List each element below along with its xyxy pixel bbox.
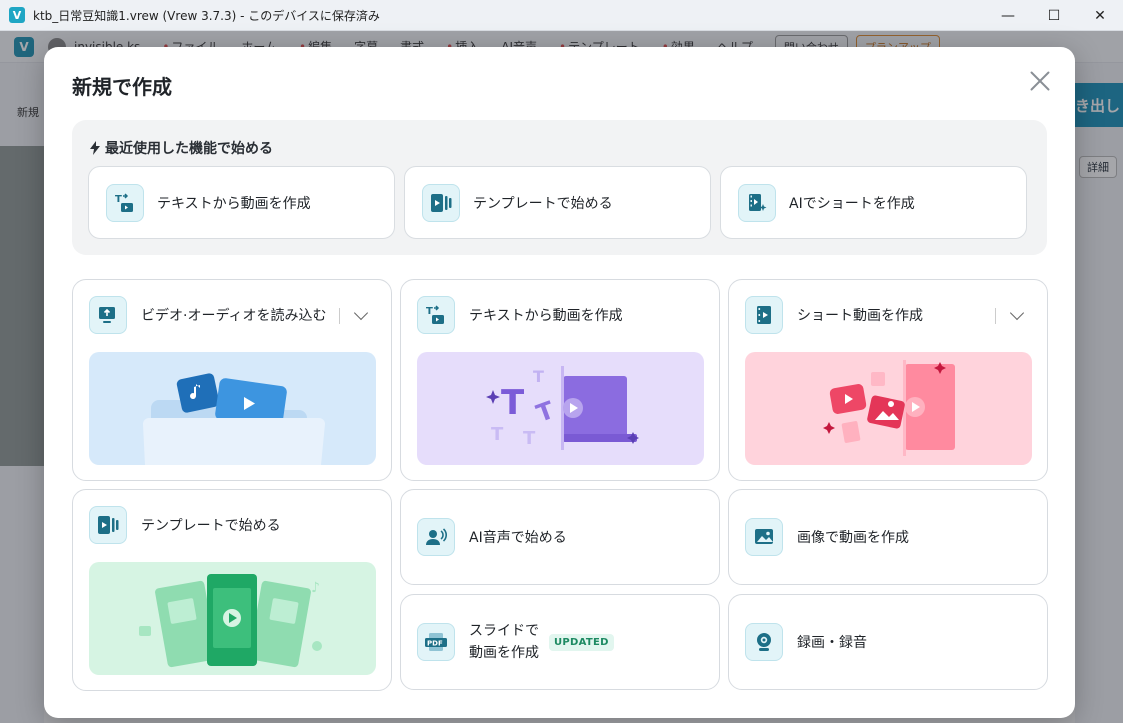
svg-text:T: T xyxy=(115,194,122,205)
window-title: ktb_日常豆知識1.vrew (Vrew 3.7.3) - このデバイスに保存… xyxy=(33,8,380,23)
slide-to-video-card[interactable]: PDF スライドで 動画を作成 UPDATED xyxy=(400,594,720,690)
svg-text:T: T xyxy=(523,428,536,449)
minimize-button[interactable]: — xyxy=(985,0,1031,31)
svg-text:T: T xyxy=(491,424,504,445)
recent-item-label: テキストから動画を作成 xyxy=(157,195,311,212)
close-window-button[interactable]: ✕ xyxy=(1077,0,1123,31)
chevron-down-icon[interactable] xyxy=(351,306,371,326)
card-label: テンプレートで始める xyxy=(141,518,281,534)
card-label: テキストから動画を作成 xyxy=(469,308,623,324)
webcam-icon xyxy=(745,623,783,661)
text-to-video-icon: T xyxy=(106,183,144,222)
card-label: 画像で動画を作成 xyxy=(797,530,909,546)
new-project-dialog: 新規で作成 最近使用した機能で始める T テキストから動画を作成 テンプレートで… xyxy=(44,47,1075,718)
card-label: AI音声で始める xyxy=(469,530,567,546)
svg-text:T: T xyxy=(426,306,433,317)
import-illustration xyxy=(89,352,376,465)
text-to-video-illustration: T T T T T xyxy=(417,352,704,465)
card-header: T テキストから動画を作成 xyxy=(417,296,623,334)
recent-template-button[interactable]: テンプレートで始める xyxy=(404,166,711,239)
card-header: 録画・録音 xyxy=(745,623,867,661)
template-card[interactable]: テンプレートで始める ♪ xyxy=(72,489,392,691)
maximize-button[interactable]: ☐ xyxy=(1031,0,1077,31)
recent-item-label: テンプレートで始める xyxy=(473,195,613,212)
recent-item-label: AIでショートを作成 xyxy=(789,195,915,212)
short-video-illustration xyxy=(745,352,1032,465)
card-header: AI音声で始める xyxy=(417,518,567,556)
separator xyxy=(995,308,996,324)
card-header: 画像で動画を作成 xyxy=(745,518,909,556)
card-label: ショート動画を作成 xyxy=(797,308,923,324)
close-icon[interactable] xyxy=(1028,69,1052,93)
ai-short-icon xyxy=(738,183,776,222)
card-label: ビデオ·オーディオを読み込む xyxy=(141,308,327,324)
card-header: テンプレートで始める xyxy=(89,506,281,544)
short-video-icon xyxy=(745,296,783,334)
recent-features-section: 最近使用した機能で始める T テキストから動画を作成 テンプレートで始める AI… xyxy=(72,120,1047,255)
short-video-card[interactable]: ショート動画を作成 xyxy=(728,279,1048,481)
card-label-line2: 動画を作成 xyxy=(469,645,539,661)
svg-text:T: T xyxy=(533,367,544,386)
card-label: 録画・録音 xyxy=(797,635,867,651)
template-icon xyxy=(89,506,127,544)
image-icon xyxy=(745,518,783,556)
vrew-app-icon: V xyxy=(9,7,25,23)
svg-text:♪: ♪ xyxy=(311,580,320,596)
card-label: スライドで 動画を作成 xyxy=(469,620,539,664)
svg-text:PDF: PDF xyxy=(427,640,443,648)
text-to-video-card[interactable]: T テキストから動画を作成 T T T T T xyxy=(400,279,720,481)
card-header: ショート動画を作成 xyxy=(745,296,923,334)
ai-voice-card[interactable]: AI音声で始める xyxy=(400,489,720,585)
lightning-icon xyxy=(90,141,100,155)
template-icon xyxy=(422,183,460,222)
window-titlebar: V ktb_日常豆知識1.vrew (Vrew 3.7.3) - このデバイスに… xyxy=(0,0,1123,31)
record-card[interactable]: 録画・録音 xyxy=(728,594,1048,690)
recent-text-to-video-button[interactable]: T テキストから動画を作成 xyxy=(88,166,395,239)
import-video-icon xyxy=(89,296,127,334)
recent-heading-text: 最近使用した機能で始める xyxy=(105,141,273,157)
updated-badge: UPDATED xyxy=(549,633,614,651)
chevron-down-icon[interactable] xyxy=(1007,306,1027,326)
svg-text:T: T xyxy=(533,396,559,428)
svg-text:T: T xyxy=(501,383,525,423)
card-label-line1: スライドで xyxy=(469,623,539,639)
pdf-icon: PDF xyxy=(417,623,455,661)
text-to-video-icon: T xyxy=(417,296,455,334)
card-header: PDF スライドで 動画を作成 UPDATED xyxy=(417,620,614,664)
recent-ai-short-button[interactable]: AIでショートを作成 xyxy=(720,166,1027,239)
separator xyxy=(339,308,340,324)
recent-heading: 最近使用した機能で始める xyxy=(90,138,273,158)
import-video-audio-card[interactable]: ビデオ·オーディオを読み込む xyxy=(72,279,392,481)
dialog-title: 新規で作成 xyxy=(72,75,172,99)
image-to-video-card[interactable]: 画像で動画を作成 xyxy=(728,489,1048,585)
card-header: ビデオ·オーディオを読み込む xyxy=(89,296,326,334)
window-controls: — ☐ ✕ xyxy=(985,0,1123,31)
template-illustration: ♪ xyxy=(89,562,376,675)
ai-voice-icon xyxy=(417,518,455,556)
